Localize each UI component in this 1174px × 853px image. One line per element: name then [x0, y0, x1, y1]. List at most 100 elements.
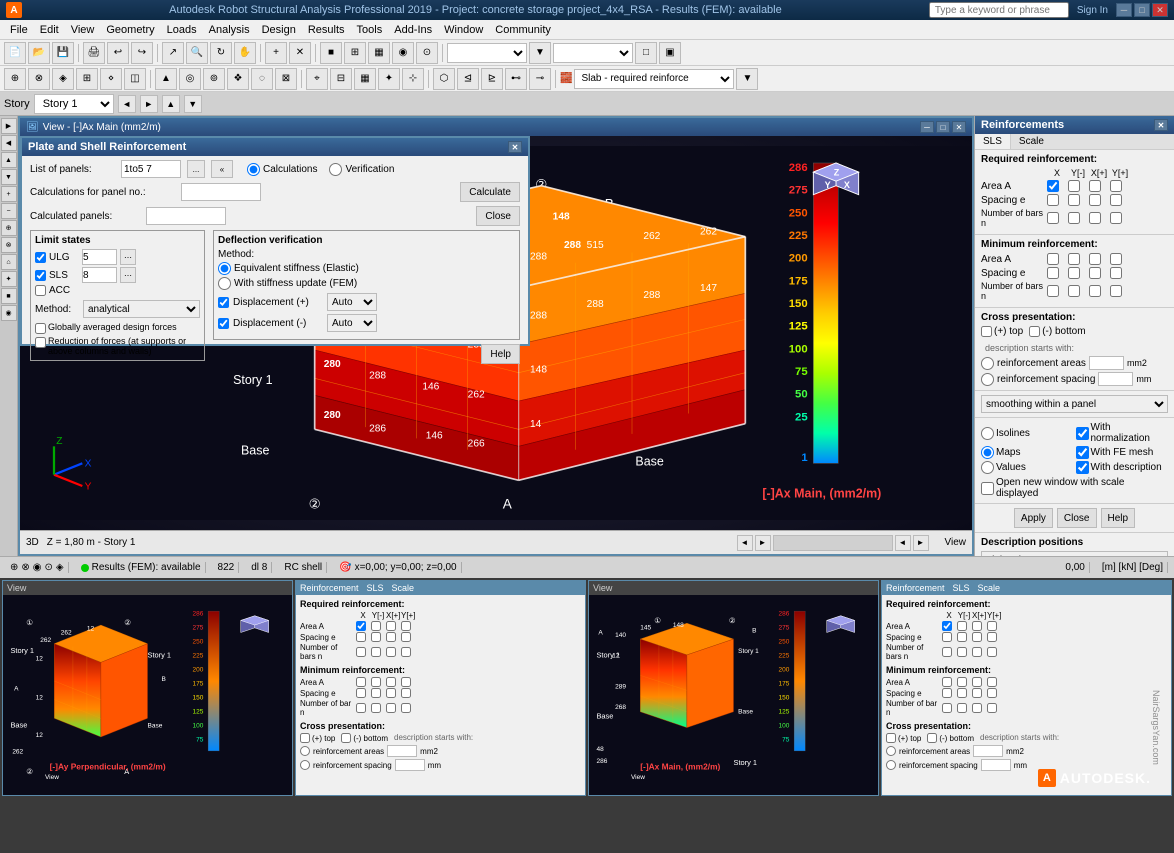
sidebar-icon-7[interactable]: ⊕ [1, 220, 17, 236]
globally-check[interactable] [35, 323, 46, 334]
desc-check[interactable] [1076, 461, 1089, 474]
sidebar-icon-1[interactable]: ▶ [1, 118, 17, 134]
calc-radio[interactable] [247, 163, 260, 176]
tb30[interactable]: ❖ [227, 68, 249, 90]
add-btn[interactable]: + [265, 42, 287, 64]
mini4-min-check6[interactable] [957, 688, 967, 698]
mini4-check8[interactable] [987, 632, 997, 642]
area-a-ym-check[interactable] [1068, 180, 1080, 192]
sidebar-icon-2[interactable]: ◀ [1, 135, 17, 151]
mini4-check6[interactable] [957, 632, 967, 642]
menu-community[interactable]: Community [489, 22, 557, 38]
mini4-min-check2[interactable] [957, 677, 967, 687]
sls-tab[interactable]: SLS [975, 134, 1011, 149]
sidebar-icon-12[interactable]: ◉ [1, 305, 17, 321]
mini4-check4[interactable] [987, 621, 997, 631]
mini-min-check6[interactable] [371, 688, 381, 698]
select-btn[interactable]: ↗ [162, 42, 184, 64]
mini4-min-check4[interactable] [987, 677, 997, 687]
story-dn[interactable]: ▼ [184, 95, 202, 113]
tb38[interactable]: ⬡ [433, 68, 455, 90]
min-area-a-x[interactable] [1047, 253, 1059, 265]
mini4-check11[interactable] [972, 647, 982, 657]
mini-check5[interactable] [356, 632, 366, 642]
menu-window[interactable]: Window [438, 22, 489, 38]
open-new-window-check[interactable] [981, 482, 994, 495]
menu-tools[interactable]: Tools [351, 22, 389, 38]
mini4-check10[interactable] [957, 647, 967, 657]
sidebar-icon-10[interactable]: ✦ [1, 271, 17, 287]
tb21[interactable]: ⊕ [4, 68, 26, 90]
panels-browse[interactable]: ... [187, 160, 205, 178]
menu-addins[interactable]: Add-Ins [388, 22, 438, 38]
spacing-e-x-check[interactable] [1047, 194, 1059, 206]
tb11[interactable]: ⊙ [416, 42, 438, 64]
new-btn[interactable]: 📄 [4, 42, 26, 64]
tb37[interactable]: ⊹ [402, 68, 424, 90]
menu-design[interactable]: Design [256, 22, 302, 38]
combo-1[interactable] [447, 43, 527, 63]
mini-areas-input[interactable] [387, 745, 417, 757]
sls-btn[interactable]: ⋯ [120, 267, 136, 283]
mini4-top-check[interactable] [886, 733, 896, 743]
mini4-check5[interactable] [942, 632, 952, 642]
tb28[interactable]: ◎ [179, 68, 201, 90]
view-btn4[interactable]: ► [913, 535, 929, 551]
slab-combo[interactable]: Slab - required reinforce [574, 69, 734, 89]
view-minimize[interactable]: ─ [920, 121, 934, 133]
search-input[interactable] [929, 2, 1069, 18]
undo-btn[interactable]: ↩ [107, 42, 129, 64]
menu-edit[interactable]: Edit [34, 22, 65, 38]
tb13[interactable]: □ [635, 42, 657, 64]
acc-check[interactable] [35, 285, 46, 296]
calc-panel-input[interactable] [181, 183, 261, 201]
close-dialog-btn[interactable]: Close [476, 206, 520, 226]
tb10[interactable]: ◉ [392, 42, 414, 64]
mini-areas-radio[interactable] [300, 746, 310, 756]
min-area-a-yp[interactable] [1110, 253, 1122, 265]
mini-check7[interactable] [386, 632, 396, 642]
tb39[interactable]: ⊴ [457, 68, 479, 90]
mini4-min-check5[interactable] [942, 688, 952, 698]
fem-stiff-radio[interactable] [218, 277, 231, 290]
bars-yp-check[interactable] [1110, 212, 1122, 224]
mini-min-check10[interactable] [371, 703, 381, 713]
menu-loads[interactable]: Loads [161, 22, 203, 38]
mini4-min-check3[interactable] [972, 677, 982, 687]
reinf-areas-input[interactable] [1089, 356, 1124, 370]
disp-plus-check[interactable] [218, 297, 229, 308]
mini-min-check11[interactable] [386, 703, 396, 713]
view-btn3[interactable]: ◄ [895, 535, 911, 551]
values-radio[interactable] [981, 461, 994, 474]
reduction-check[interactable] [35, 337, 46, 348]
mini-min-check12[interactable] [401, 703, 411, 713]
help-btn[interactable]: Help [481, 344, 520, 364]
mini4-check7[interactable] [972, 632, 982, 642]
bars-x-check[interactable] [1047, 212, 1059, 224]
save-btn[interactable]: 💾 [52, 42, 74, 64]
tb41[interactable]: ⊷ [505, 68, 527, 90]
tb12[interactable]: ▼ [529, 42, 551, 64]
ulg-input[interactable] [82, 249, 117, 265]
close-btn[interactable]: ✕ [1152, 3, 1168, 17]
mini-min-check3[interactable] [386, 677, 396, 687]
fe-mesh-check[interactable] [1076, 446, 1089, 459]
area-a-yp-check[interactable] [1110, 180, 1122, 192]
verify-radio[interactable] [329, 163, 342, 176]
tb26[interactable]: ◫ [124, 68, 146, 90]
tb33[interactable]: ⌖ [306, 68, 328, 90]
equiv-stiff-radio[interactable] [218, 262, 231, 275]
redo-btn[interactable]: ↪ [131, 42, 153, 64]
restore-btn[interactable]: □ [1134, 3, 1150, 17]
panels-prev[interactable]: « [211, 160, 233, 178]
sidebar-icon-9[interactable]: ⌂ [1, 254, 17, 270]
mini-min-check2[interactable] [371, 677, 381, 687]
apply-btn[interactable]: Apply [1014, 508, 1053, 528]
tb14[interactable]: ▣ [659, 42, 681, 64]
mini-spacing-input2[interactable] [395, 759, 425, 771]
story-select[interactable]: Story 1 [34, 94, 114, 114]
reinf-spacing-radio[interactable] [981, 373, 994, 386]
tb34[interactable]: ⊟ [330, 68, 352, 90]
tb27[interactable]: ▲ [155, 68, 177, 90]
sign-in-btn[interactable]: Sign In [1077, 5, 1108, 16]
